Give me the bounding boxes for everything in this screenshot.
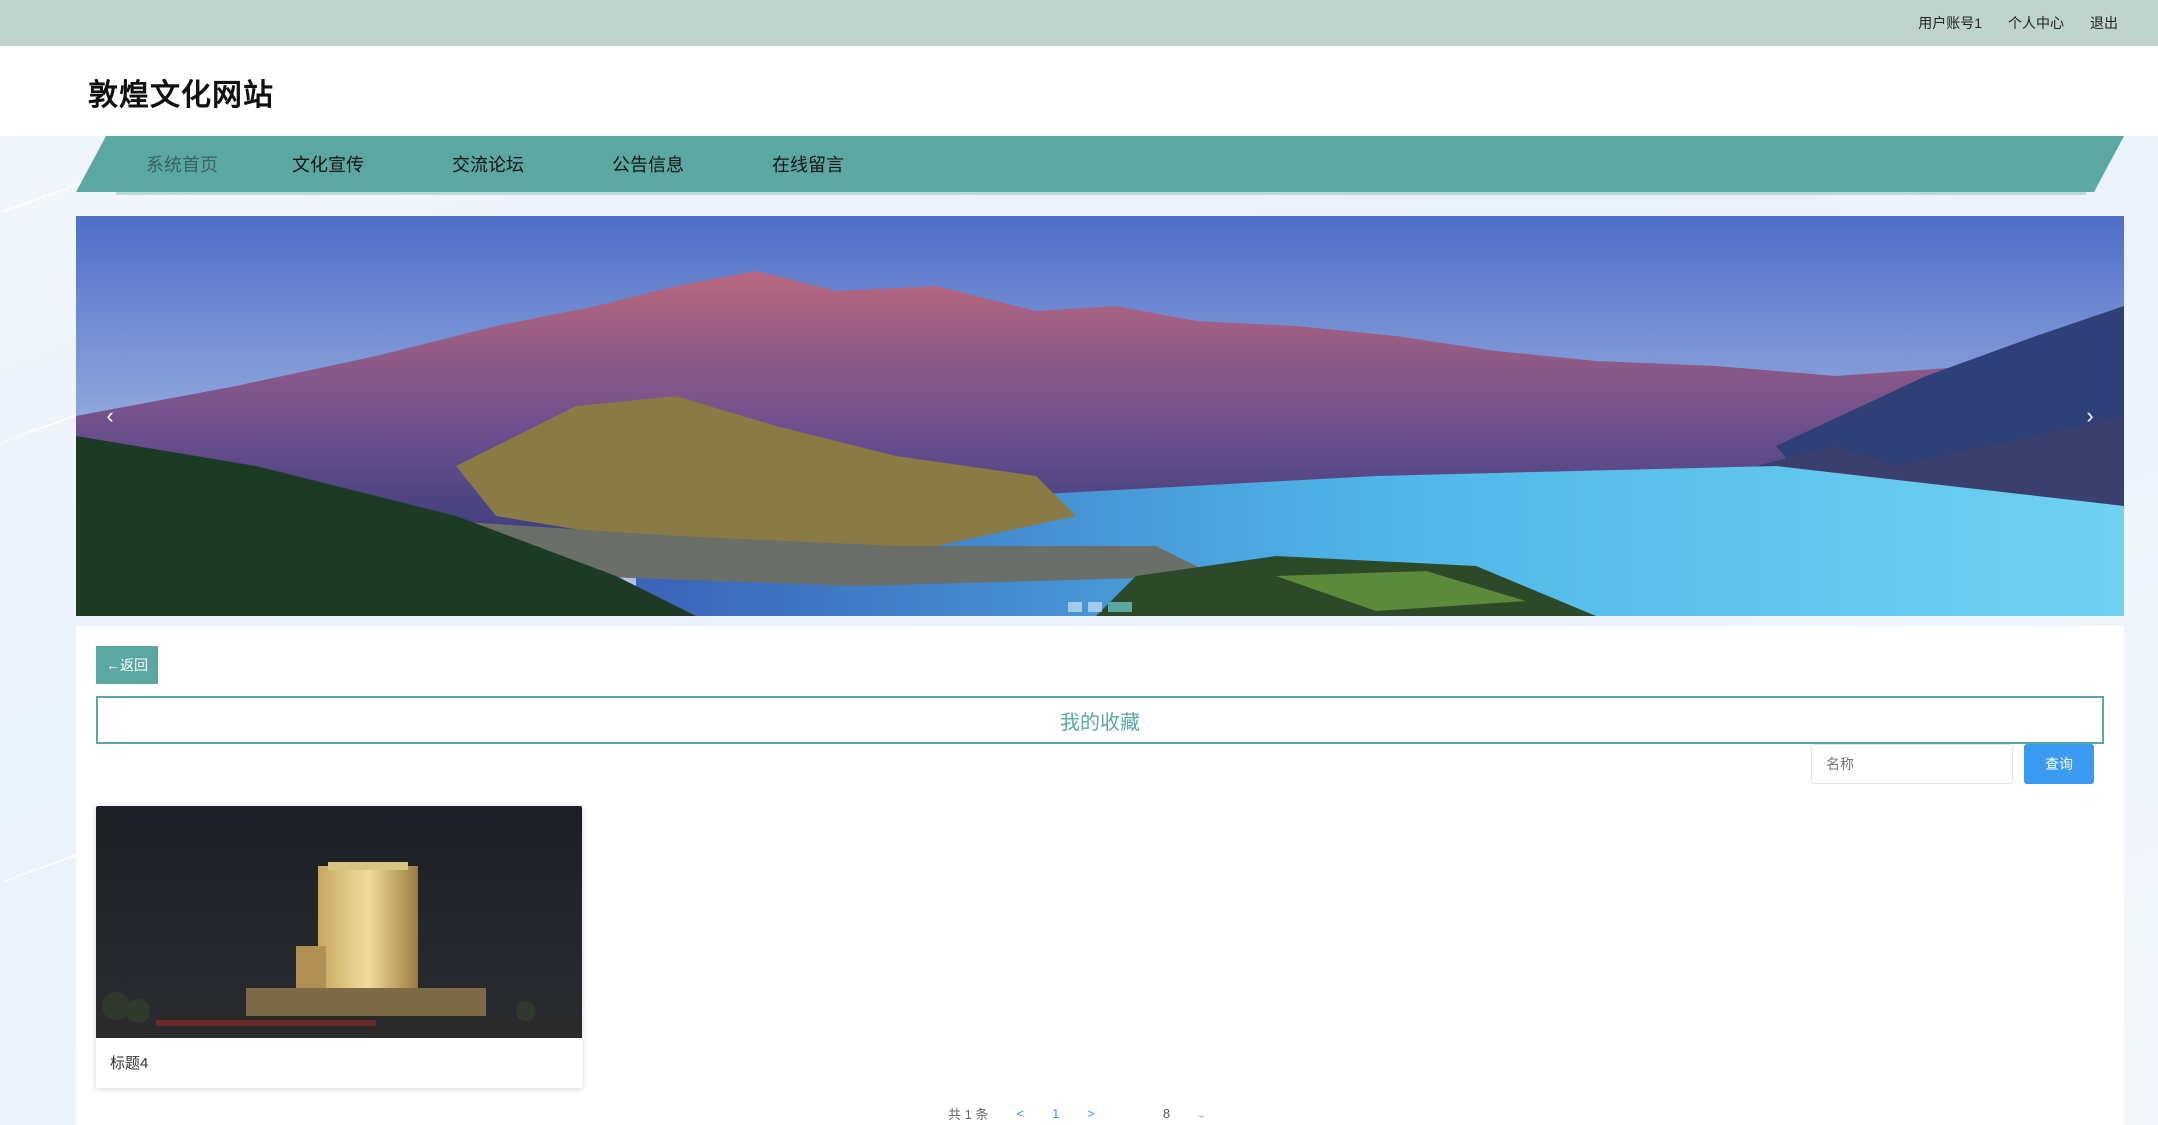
favorites-panel: ←返回 我的收藏 查询 [76,626,2124,1125]
page-title: 我的收藏 [96,696,2104,744]
page-size-value: 8 [1162,1106,1171,1121]
top-bar: 用户账号1 个人中心 退出 [0,0,2158,46]
site-title: 敦煌文化网站 [88,79,274,112]
item-image [96,806,582,1038]
chevron-right-icon: › [2086,403,2094,428]
banner-image [76,216,2124,616]
page-size-select[interactable]: 8 ⌄ [1163,1106,1207,1122]
banner-indicator[interactable] [1068,602,1082,612]
search-name-input[interactable] [1811,744,2013,784]
banner-next-button[interactable]: › [2070,396,2110,436]
nav-item-forum[interactable]: 交流论坛 [452,151,524,177]
page-number-current[interactable]: 1 [1052,1106,1059,1121]
back-button[interactable]: ←返回 [96,646,158,684]
list-item[interactable]: 标题4 [96,806,582,1088]
account-link[interactable]: 用户账号1 [1918,13,1982,33]
item-title: 标题4 [110,1055,149,1072]
chevron-left-icon: ‹ [106,403,114,428]
main-nav: 系统首页 文化宣传 交流论坛 公告信息 在线留言 [76,136,2124,196]
nav-item-culture[interactable]: 文化宣传 [292,151,364,177]
banner-indicator[interactable] [1088,602,1102,612]
user-links: 用户账号1 个人中心 退出 [1918,0,2118,46]
search-button[interactable]: 查询 [2024,744,2094,784]
banner-indicator-active[interactable] [1108,602,1132,612]
nav-item-home[interactable]: 系统首页 [146,151,218,177]
nav-underline [116,192,2086,195]
banner-carousel: ‹ › [76,216,2124,616]
banner-prev-button[interactable]: ‹ [90,396,130,436]
chevron-down-icon: ⌄ [1196,1105,1208,1121]
prev-page-button[interactable]: < [1016,1106,1024,1121]
next-page-button[interactable]: > [1087,1106,1095,1121]
banner-indicators [1068,602,1132,612]
logout-link[interactable]: 退出 [2090,13,2118,33]
nav-item-notice[interactable]: 公告信息 [612,151,684,177]
total-count: 共 1 条 [948,1107,989,1122]
site-header: 敦煌文化网站 [0,46,2158,136]
nav-item-message[interactable]: 在线留言 [772,151,844,177]
pagination: 共 1 条 < 1 > 8 ⌄ [948,1104,1207,1123]
profile-link[interactable]: 个人中心 [2008,13,2064,33]
